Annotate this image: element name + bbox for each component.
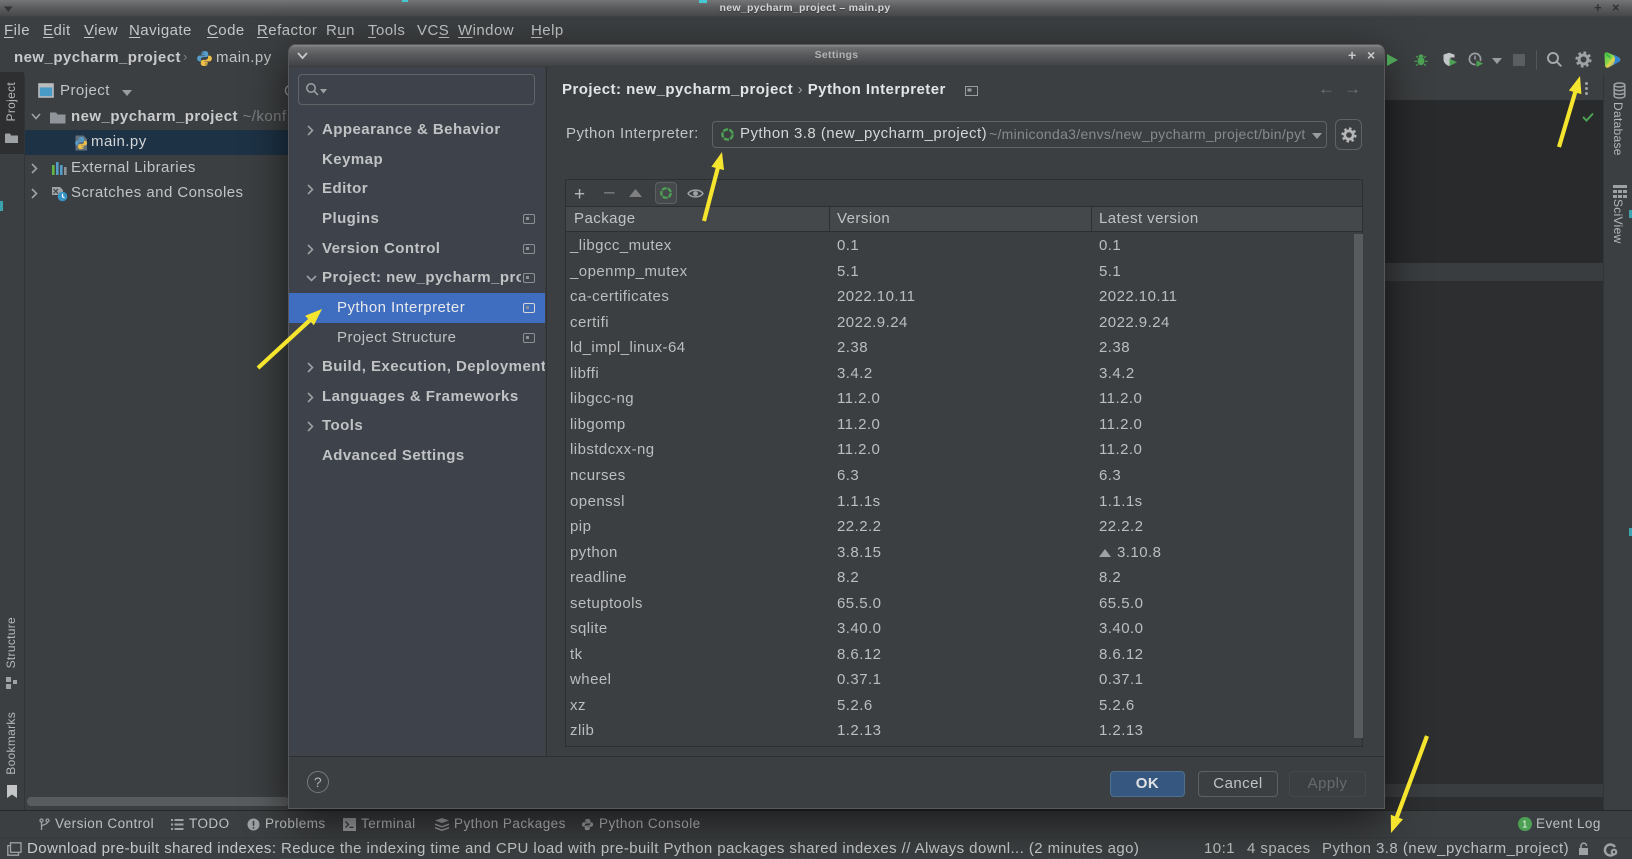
svg-text:1: 1: [1522, 820, 1528, 831]
